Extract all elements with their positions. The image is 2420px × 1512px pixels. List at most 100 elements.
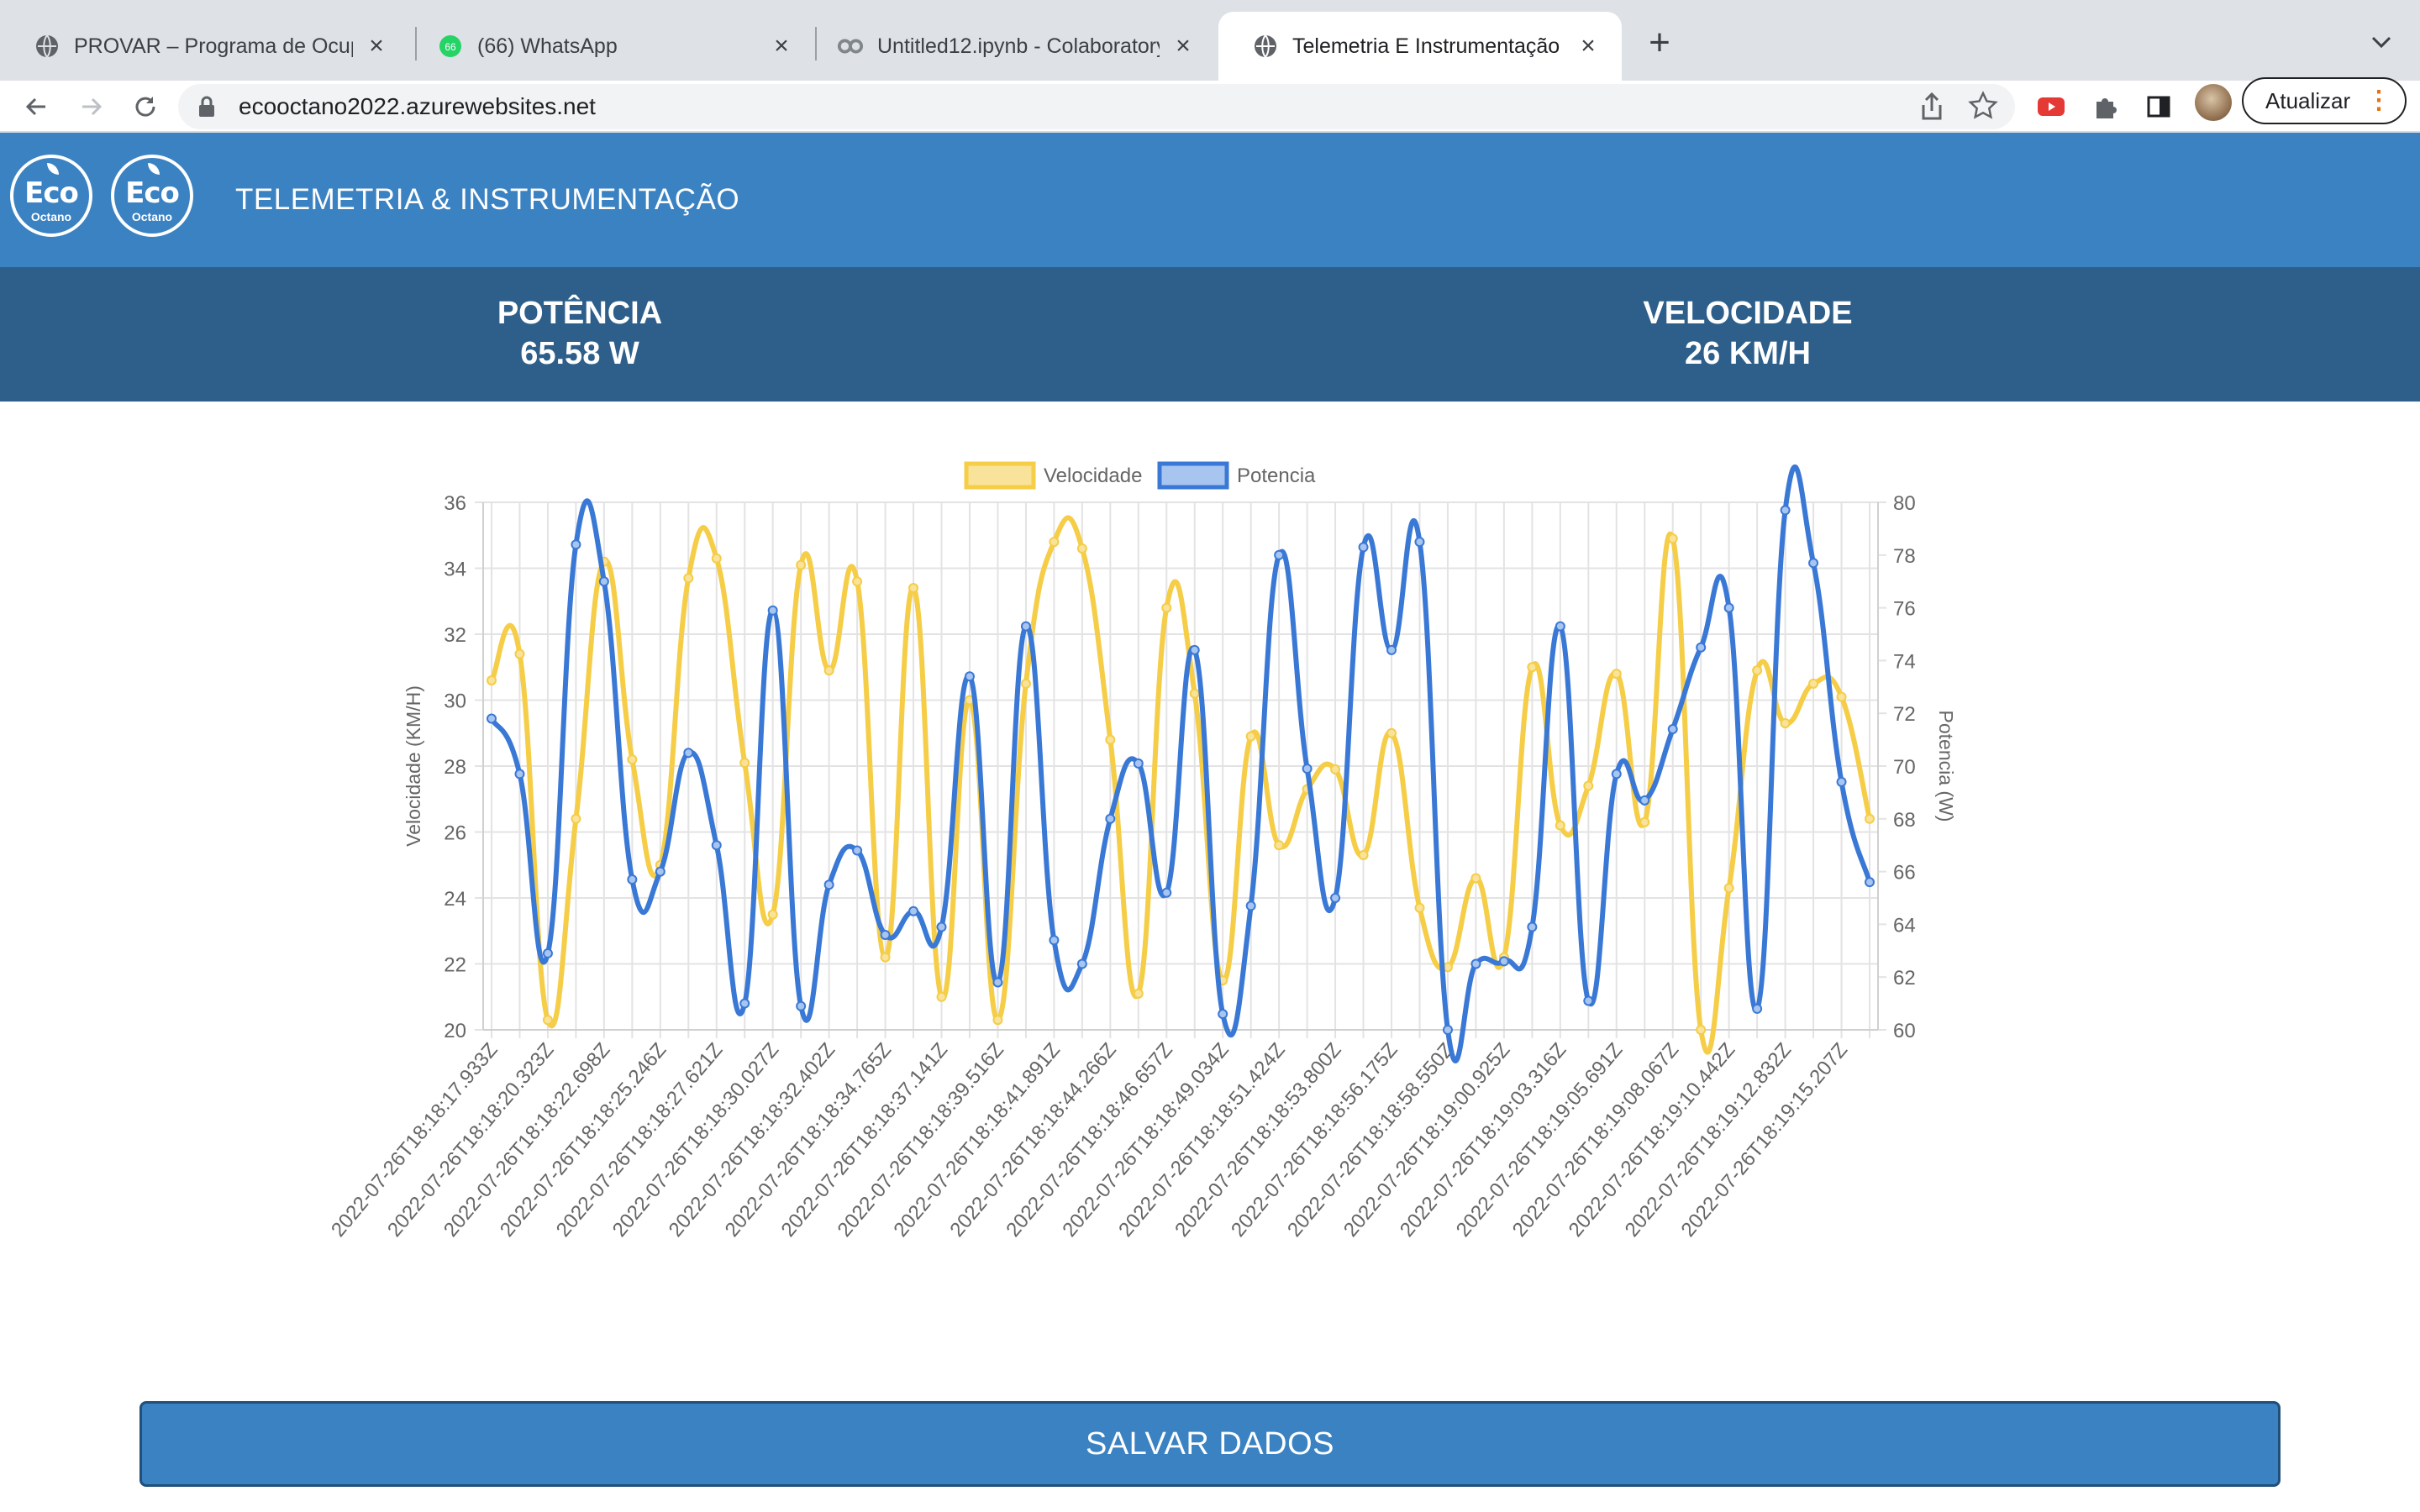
y-tick-label: 32 xyxy=(444,624,466,647)
y2-tick-label: 70 xyxy=(1893,756,1916,779)
data-point-velocidade xyxy=(908,583,919,594)
youtube-extension-icon[interactable] xyxy=(2032,87,2070,126)
side-panel-icon[interactable] xyxy=(2139,87,2178,126)
speed-value: 26 KM/H xyxy=(1685,336,1811,371)
data-point-potencia xyxy=(1808,558,1819,569)
data-point-velocidade xyxy=(1414,902,1425,913)
data-point-velocidade xyxy=(1358,849,1369,860)
bookmark-star-icon[interactable] xyxy=(1968,91,1998,125)
globe-icon xyxy=(34,33,60,60)
data-point-potencia xyxy=(1639,795,1650,806)
new-tab-icon[interactable]: + xyxy=(1639,22,1681,64)
data-point-velocidade xyxy=(487,675,497,685)
data-point-velocidade xyxy=(1723,883,1734,894)
data-point-potencia xyxy=(1836,776,1847,787)
forward-icon[interactable] xyxy=(72,87,111,126)
data-point-potencia xyxy=(1133,758,1144,769)
leaf-icon xyxy=(148,163,160,175)
data-point-velocidade xyxy=(1667,533,1678,544)
data-point-velocidade xyxy=(1639,816,1650,827)
data-point-potencia xyxy=(571,539,581,550)
tab-telemetria[interactable]: Telemetria E Instrumentação Ec × xyxy=(1218,12,1622,81)
data-point-potencia xyxy=(1555,621,1565,632)
data-point-potencia xyxy=(796,1000,807,1011)
tab-title: Untitled12.ipynb - Colaboratory xyxy=(877,34,1160,58)
save-data-button[interactable]: SALVAR DADOS xyxy=(139,1401,2281,1487)
data-point-potencia xyxy=(1527,921,1538,932)
y2-tick-label: 62 xyxy=(1893,967,1916,990)
chart-canvas: 20 22 24 26 28 30 32 34 36 60 62 64 66 68 70 72 74 76 78 80… xyxy=(327,461,1957,1242)
data-point-potencia xyxy=(1723,602,1734,613)
colab-icon xyxy=(837,33,864,60)
stats-bar: POTÊNCIA 65.58 W VELOCIDADE 26 KM/H xyxy=(0,267,2420,402)
avatar[interactable] xyxy=(2195,84,2232,121)
close-icon[interactable]: × xyxy=(361,31,392,61)
eco-octano-logo: Eco Octano xyxy=(111,155,193,237)
data-point-potencia xyxy=(992,977,1003,988)
y-tick-label: 26 xyxy=(444,822,466,845)
update-label: Atualizar xyxy=(2265,87,2351,113)
data-point-velocidade xyxy=(1161,602,1172,613)
y2-tick-label: 72 xyxy=(1893,703,1916,726)
legend-swatch-potencia xyxy=(1157,461,1229,490)
data-point-velocidade xyxy=(1555,820,1565,831)
data-point-potencia xyxy=(1696,642,1707,653)
svg-text:66: 66 xyxy=(445,41,456,53)
data-point-potencia xyxy=(823,879,834,890)
close-icon[interactable]: × xyxy=(766,31,797,61)
logo-text: Eco xyxy=(24,176,79,210)
data-point-velocidade xyxy=(1076,543,1087,554)
back-icon[interactable] xyxy=(17,87,55,126)
y-tick-label: 34 xyxy=(444,559,466,581)
close-icon[interactable]: × xyxy=(1573,31,1603,61)
data-point-velocidade xyxy=(627,754,638,765)
chevron-down-icon[interactable] xyxy=(2363,24,2400,60)
data-point-potencia xyxy=(655,866,666,877)
data-point-potencia xyxy=(936,921,947,932)
data-point-velocidade xyxy=(1836,691,1847,702)
data-point-velocidade xyxy=(1330,764,1341,774)
y-tick-label: 28 xyxy=(444,756,466,779)
telemetry-chart: 20 22 24 26 28 30 32 34 36 60 62 64 66 68 70 72 74 76 78 80… xyxy=(0,402,2420,1376)
data-point-velocidade xyxy=(767,909,778,920)
address-bar[interactable]: ecooctano2022.azurewebsites.net xyxy=(178,84,2015,129)
y-tick-label: 30 xyxy=(444,690,466,713)
data-point-potencia xyxy=(1330,893,1341,903)
tab-colab[interactable]: Untitled12.ipynb - Colaboratory × xyxy=(803,12,1217,81)
data-point-potencia xyxy=(739,998,750,1009)
extensions-puzzle-icon[interactable] xyxy=(2086,87,2124,126)
data-point-velocidade xyxy=(1245,731,1256,742)
y2-tick-label: 76 xyxy=(1893,598,1916,621)
data-point-velocidade xyxy=(1865,813,1875,824)
data-point-velocidade xyxy=(1696,1025,1707,1035)
update-button[interactable]: Atualizar ⋮ xyxy=(2242,77,2407,124)
data-point-potencia xyxy=(514,769,525,780)
tab-provar[interactable]: PROVAR – Programa de Ocupa × xyxy=(0,12,410,81)
y-tick-label: 22 xyxy=(444,954,466,977)
url-text: ecooctano2022.azurewebsites.net xyxy=(239,93,596,119)
power-stat: POTÊNCIA 65.58 W xyxy=(328,292,832,373)
share-icon[interactable] xyxy=(1918,91,1946,127)
data-point-velocidade xyxy=(571,813,581,824)
close-icon[interactable]: × xyxy=(1168,31,1198,61)
tab-title: Telemetria E Instrumentação Ec xyxy=(1292,34,1565,58)
y2-tick-label: 66 xyxy=(1893,862,1916,885)
data-point-potencia xyxy=(1611,769,1622,780)
data-point-velocidade xyxy=(1386,727,1397,738)
data-point-potencia xyxy=(1498,956,1509,967)
data-point-potencia xyxy=(1302,764,1313,774)
data-point-velocidade xyxy=(1780,717,1791,728)
data-point-velocidade xyxy=(514,648,525,659)
logo-subtext: Octano xyxy=(30,210,72,223)
data-point-potencia xyxy=(1780,505,1791,516)
tab-whatsapp[interactable]: 66 (66) WhatsApp × xyxy=(403,12,815,81)
data-point-potencia xyxy=(852,845,863,856)
kebab-menu-icon[interactable]: ⋮ xyxy=(2366,86,2391,116)
data-point-potencia xyxy=(908,906,919,916)
page-title: TELEMETRIA & INSTRUMENTAÇÃO xyxy=(235,183,740,216)
lock-icon[interactable] xyxy=(197,95,217,123)
data-point-potencia xyxy=(1667,724,1678,735)
legend-label-potencia: Potencia xyxy=(1237,465,1316,487)
whatsapp-icon: 66 xyxy=(437,33,464,60)
reload-icon[interactable] xyxy=(126,87,165,126)
